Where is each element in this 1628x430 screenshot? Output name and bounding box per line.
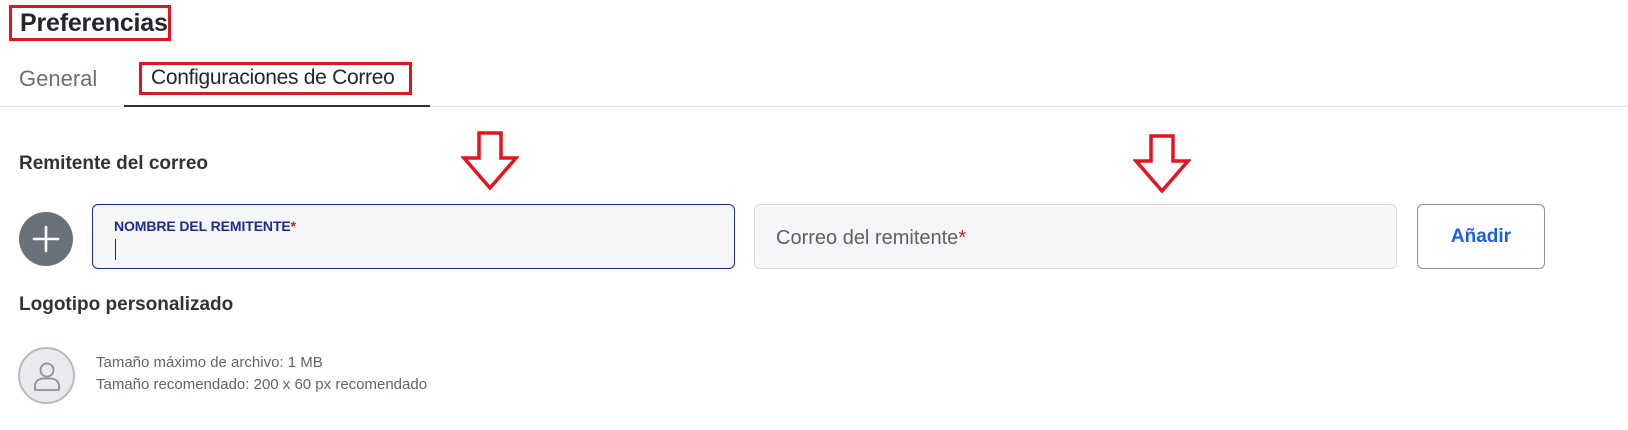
- sender-heading: Remitente del correo: [19, 153, 208, 174]
- preferences-page: Preferencias General Configuraciones de …: [0, 0, 1628, 430]
- tab-bar: General Configuraciones de Correo: [0, 54, 1628, 107]
- text-caret: [115, 239, 116, 260]
- add-button[interactable]: Añadir: [1417, 204, 1545, 269]
- tab-mail-settings[interactable]: Configuraciones de Correo: [124, 54, 430, 107]
- add-sender-button[interactable]: [19, 212, 73, 266]
- down-arrow-icon: [1133, 134, 1191, 194]
- logo-upload-avatar[interactable]: [18, 347, 75, 404]
- sender-name-field[interactable]: NOMBRE DEL REMITENTE*: [92, 204, 735, 269]
- logo-info: Tamaño máximo de archivo: 1 MB Tamaño re…: [96, 352, 427, 396]
- logo-heading: Logotipo personalizado: [19, 294, 234, 315]
- sender-name-label: NOMBRE DEL REMITENTE*: [114, 218, 296, 234]
- tab-general[interactable]: General: [19, 66, 97, 92]
- sender-email-placeholder: Correo del remitente*: [776, 227, 967, 249]
- required-mark: *: [958, 227, 967, 249]
- down-arrow-icon: [461, 131, 519, 191]
- user-icon: [33, 362, 60, 391]
- tab-mail-settings-label: Configuraciones de Correo: [139, 62, 412, 95]
- required-mark: *: [290, 218, 296, 234]
- page-title: Preferencias: [9, 5, 171, 41]
- logo-max-size: Tamaño máximo de archivo: 1 MB: [96, 354, 323, 371]
- sender-email-field[interactable]: Correo del remitente*: [754, 204, 1397, 269]
- logo-recommended-size: Tamaño recomendado: 200 x 60 px recomend…: [96, 376, 428, 393]
- plus-icon: [32, 225, 60, 253]
